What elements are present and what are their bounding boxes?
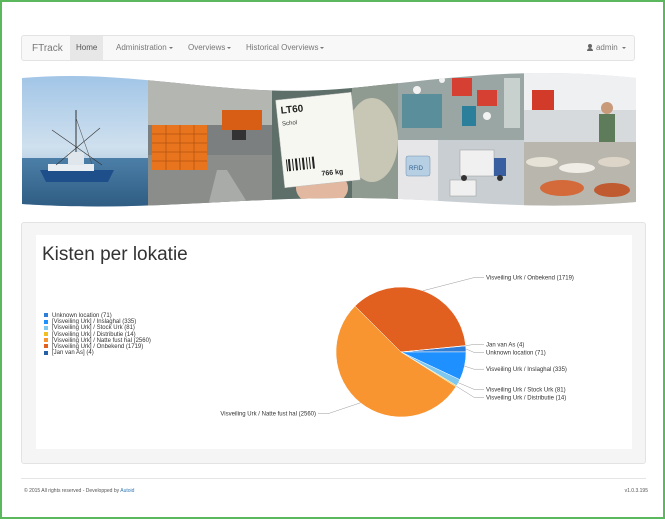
footer-copyright: © 2015 All rights reserved - Developped … <box>24 488 134 494</box>
slice-label: Unknown location (71) <box>486 350 546 356</box>
pie-chart: Visveiling Urk / Onbekend (1719) Jan van … <box>220 276 574 418</box>
slice-label: Visveiling Urk / Stock Urk (81) <box>486 387 566 393</box>
footer-text: © 2015 All rights reserved - Developped … <box>24 488 121 494</box>
leader-line <box>465 348 484 353</box>
slice-label: Visveiling Urk / Inslaghal (335) <box>486 367 567 373</box>
leader-line <box>422 277 484 292</box>
slice-label: Jan van As (4) <box>486 342 524 348</box>
slice-label: Visveiling Urk / Onbekend (1719) <box>486 276 574 282</box>
leader-line <box>458 382 484 390</box>
footer-link[interactable]: Autoid <box>120 488 134 494</box>
footer-divider <box>21 478 646 479</box>
slice-label: Visveiling Urk / Distributie (14) <box>486 395 566 401</box>
slice-label: Visveiling Urk / Natte fust hal (2560) <box>220 412 316 418</box>
leader-line <box>464 365 484 370</box>
leader-line <box>465 344 484 346</box>
version-label: v1.0.3.195 <box>624 488 648 494</box>
leader-line <box>318 402 361 414</box>
